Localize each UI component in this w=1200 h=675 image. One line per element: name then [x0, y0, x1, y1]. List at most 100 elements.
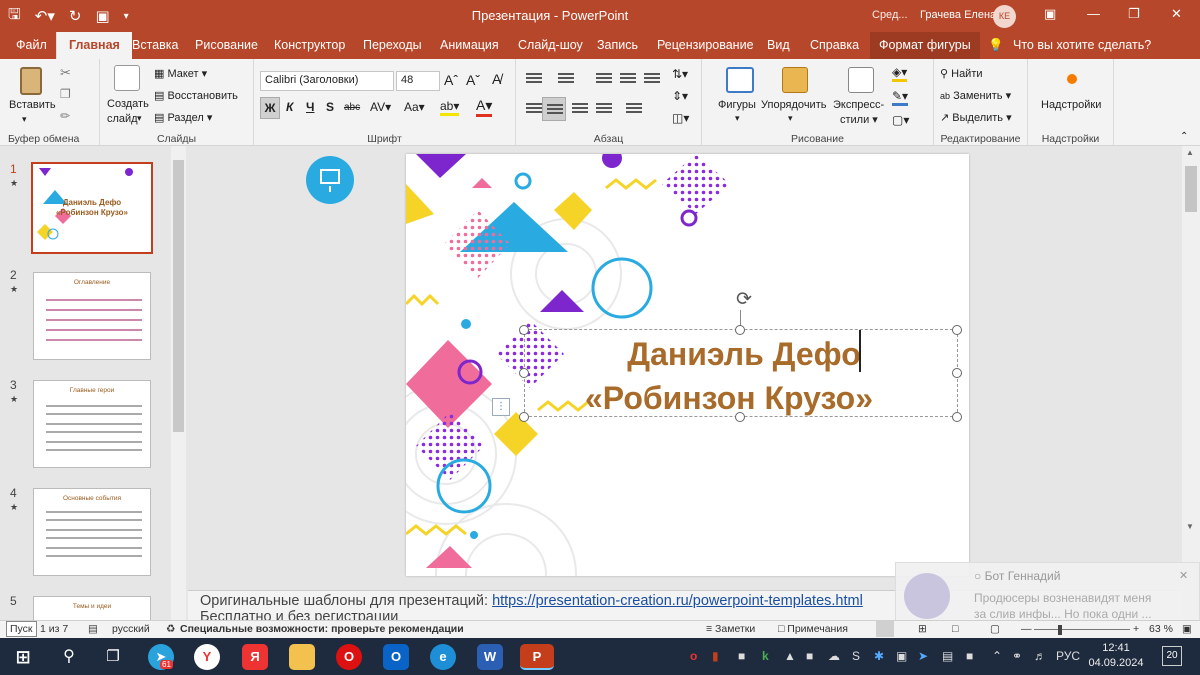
shapes-button[interactable]: Фигуры [718, 99, 756, 111]
collapse-ribbon-icon[interactable]: ⌃ [1180, 131, 1188, 142]
thumbnails-scrollbar[interactable] [171, 146, 186, 620]
tab-design[interactable]: Конструктор [274, 38, 345, 52]
present-icon[interactable]: ▣ [95, 7, 109, 25]
opera-tray-icon[interactable]: o [690, 649, 697, 663]
strikethrough-icon[interactable]: abc [344, 102, 360, 113]
tray-icon[interactable]: ▲ [784, 649, 796, 663]
customize-qat-icon[interactable]: ▾ [124, 11, 129, 22]
resize-handle[interactable] [519, 368, 529, 378]
increase-indent-icon[interactable] [620, 73, 636, 85]
change-case-icon[interactable]: Aa▾ [404, 100, 425, 114]
tab-help[interactable]: Справка [810, 38, 859, 52]
layout-options-icon[interactable]: ⋮ [492, 398, 510, 416]
thumbnail-slide-3[interactable]: Главные герои [33, 380, 151, 468]
tab-view[interactable]: Вид [767, 38, 790, 52]
ribbon-display-icon[interactable]: ▣ [1044, 6, 1056, 22]
paste-icon[interactable] [20, 67, 42, 95]
wifi-icon[interactable]: ⚭ [1012, 649, 1022, 663]
tab-draw[interactable]: Рисование [195, 38, 258, 52]
slide-sorter-icon[interactable]: ⊞ [918, 623, 927, 635]
resize-handle[interactable] [519, 412, 529, 422]
resize-handle[interactable] [519, 325, 529, 335]
tray-icon[interactable]: ■ [806, 649, 813, 663]
tray-icon[interactable]: ■ [738, 649, 745, 663]
tell-me-box[interactable]: Что вы хотите сделать? [1013, 38, 1151, 52]
zoom-in-icon[interactable]: + [1133, 623, 1139, 635]
arrange-button[interactable]: Упорядочить [761, 99, 826, 111]
presenter-coach-icon[interactable] [306, 156, 354, 204]
notes-link[interactable]: https://presentation-creation.ru/powerpo… [492, 593, 863, 609]
paste-button[interactable]: Вставить [9, 99, 56, 111]
rotate-handle-icon[interactable]: ⟳ [736, 288, 752, 311]
zoom-out-icon[interactable]: — [1021, 623, 1032, 635]
search-box[interactable]: Сред... [872, 9, 908, 21]
font-name-combo[interactable]: Calibri (Заголовки) [260, 71, 394, 91]
normal-view-icon[interactable] [876, 621, 894, 637]
fit-slide-icon[interactable]: ▣ [1182, 623, 1192, 635]
slide-title[interactable]: Даниэль Дефо «Робинзон Крузо» [554, 332, 964, 420]
new-slide-label-2[interactable]: слайд [107, 113, 138, 125]
bold-button[interactable]: Ж [260, 97, 280, 119]
zoom-slider[interactable] [1034, 629, 1130, 630]
shape-fill-icon[interactable]: ◈▾ [892, 65, 908, 82]
zoom-level[interactable]: 63 % [1149, 623, 1173, 635]
reading-view-icon[interactable]: □ [952, 623, 958, 635]
tab-record[interactable]: Запись [597, 38, 638, 52]
shapes-icon[interactable] [726, 67, 754, 93]
thumbnail-slide-5[interactable]: Темы и идеи [33, 596, 151, 620]
text-direction-icon[interactable]: ⇅▾ [672, 67, 688, 81]
align-text-icon[interactable]: ⇕▾ [672, 89, 688, 103]
skype-icon[interactable]: S [852, 649, 860, 663]
align-center-button[interactable] [542, 97, 566, 121]
minimize-icon[interactable]: — [1087, 6, 1100, 21]
accessibility-icon[interactable]: ♻ [166, 623, 175, 635]
numbering-icon[interactable] [558, 73, 574, 85]
tab-animations[interactable]: Анимация [440, 38, 499, 52]
slide[interactable]: Даниэль Дефо «Робинзон Крузо» ⟳ ⋮ [406, 154, 969, 576]
spellcheck-icon[interactable]: ▤ [88, 623, 98, 635]
clock[interactable]: 12:41 04.09.2024 [1088, 641, 1144, 671]
word-icon[interactable]: W [477, 644, 503, 670]
find-button[interactable]: ⚲ Найти [940, 67, 983, 80]
strike-button[interactable]: S [326, 100, 334, 114]
decrease-indent-icon[interactable] [596, 73, 612, 85]
notes-text[interactable]: Оригинальные шаблоны для презентаций: [200, 593, 492, 609]
smartart-icon[interactable]: ◫▾ [672, 111, 689, 125]
char-spacing-icon[interactable]: AV▾ [370, 100, 391, 114]
layout-button[interactable]: ▦ Макет ▾ [154, 67, 207, 80]
slide-title-line-1[interactable]: Даниэль Дефо [554, 332, 934, 376]
addins-icon[interactable] [1067, 74, 1077, 84]
file-explorer-icon[interactable] [289, 644, 315, 670]
redo-icon[interactable]: ↻ [69, 7, 82, 25]
tab-insert[interactable]: Вставка [132, 38, 178, 52]
ppt-tray-icon[interactable]: ▮ [712, 649, 719, 663]
replace-button[interactable]: ab Заменить ▾ [940, 89, 1011, 102]
clear-format-icon[interactable]: A̸ [492, 71, 501, 87]
zoom-slider-thumb[interactable] [1058, 625, 1062, 635]
bluetooth-icon[interactable]: ✱ [874, 649, 884, 663]
italic-button[interactable]: К [286, 100, 293, 114]
format-painter-icon[interactable]: ✏ [60, 109, 70, 123]
highlight-icon[interactable]: ab▾ [440, 99, 460, 116]
increase-font-icon[interactable]: Aˆ [444, 72, 458, 88]
language-switch[interactable]: РУС [1056, 649, 1080, 663]
notes-line-2[interactable]: Бесплатно и без регистрации [200, 609, 398, 620]
toast-close-icon[interactable]: ✕ [1179, 569, 1188, 582]
slide-title-line-2[interactable]: «Робинзон Крузо» [554, 376, 904, 420]
decrease-font-icon[interactable]: Aˇ [466, 72, 480, 88]
user-name[interactable]: Грачева Елена [920, 9, 996, 21]
tab-slideshow[interactable]: Слайд-шоу [518, 38, 583, 52]
windows-start-icon[interactable]: ⊞ [10, 644, 36, 670]
tab-shape-format[interactable]: Формат фигуры [870, 32, 980, 59]
arrange-icon[interactable] [782, 67, 808, 93]
font-color-icon[interactable]: A▾ [476, 97, 493, 117]
resize-handle[interactable] [952, 412, 962, 422]
opera-icon[interactable]: O [336, 644, 362, 670]
yandex-browser-icon[interactable]: Y [194, 644, 220, 670]
new-slide-button[interactable]: Создать [107, 98, 149, 110]
edge-icon[interactable]: e [430, 644, 456, 670]
kaspersky-icon[interactable]: k [762, 649, 769, 663]
thumbnail-slide-1[interactable]: Даниэль Дефо «Робинзон Крузо» [31, 162, 153, 254]
quick-styles-label-2[interactable]: стили ▾ [840, 113, 878, 126]
tab-transitions[interactable]: Переходы [363, 38, 422, 52]
